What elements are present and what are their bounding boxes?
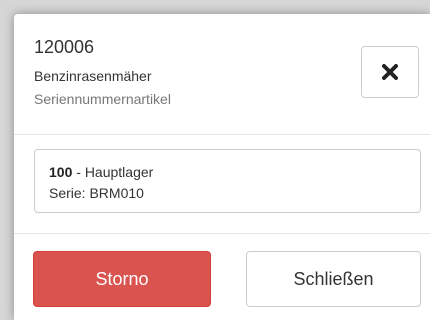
storno-button[interactable]: Storno — [33, 251, 211, 307]
warehouse-line: 100 - Hauptlager — [49, 164, 153, 180]
close-button[interactable]: Schließen — [246, 251, 421, 307]
close-x-button[interactable] — [361, 46, 419, 98]
dialog-body: 100 - Hauptlager Serie: BRM010 — [14, 135, 430, 234]
dialog-footer: Storno Schließen — [14, 234, 430, 320]
serial-article-dialog: 120006 Benzinrasenmäher Seriennummernart… — [14, 14, 430, 320]
article-name: Benzinrasenmäher — [34, 68, 152, 84]
article-type: Seriennummernartikel — [34, 91, 171, 107]
warehouse-separator: - — [72, 164, 85, 180]
serial-number: Serie: BRM010 — [49, 185, 144, 201]
warehouse-number: 100 — [49, 164, 73, 180]
stock-entry[interactable]: 100 - Hauptlager Serie: BRM010 — [34, 149, 421, 213]
dialog-header: 120006 Benzinrasenmäher Seriennummernart… — [14, 14, 430, 135]
close-x-icon — [381, 63, 399, 81]
warehouse-name: Hauptlager — [84, 164, 154, 180]
article-number: 120006 — [34, 37, 95, 57]
